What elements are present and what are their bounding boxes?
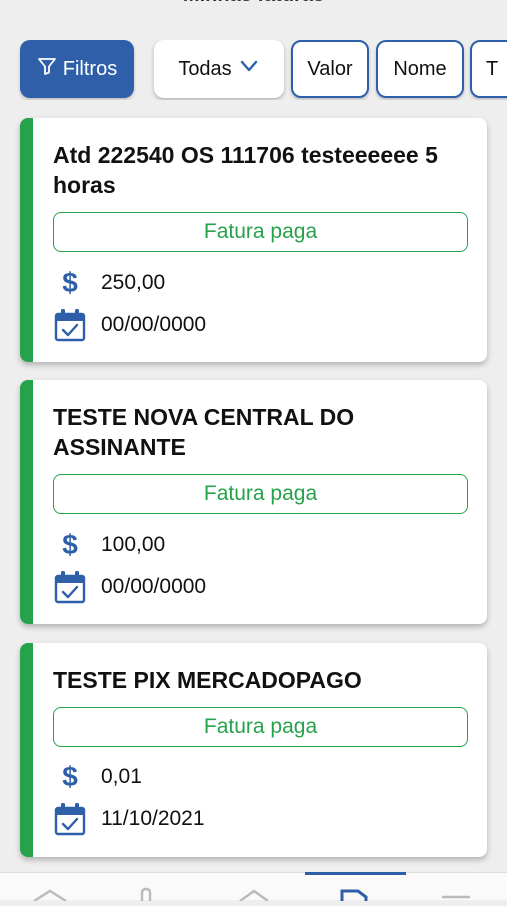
filters-button[interactable]: Filtros [20,40,134,98]
invoice-card[interactable]: TESTE PIX MERCADOPAGO Fatura paga $ 0,01… [20,643,487,857]
status-dropdown-value: Todas [178,57,232,80]
wrench-icon[interactable] [128,887,168,901]
status-dropdown[interactable]: Todas [154,40,284,98]
status-badge: Fatura paga [53,212,468,252]
invoice-title: TESTE NOVA CENTRAL DO ASSINANTE [53,404,355,460]
invoice-amount-row: $ 100,00 [53,528,165,562]
invoice-amount: 250,00 [101,271,166,294]
invoice-card[interactable]: TESTE NOVA CENTRAL DO ASSINANTE Fatura p… [20,380,487,624]
dollar-icon: $ [62,529,78,560]
status-stripe [20,118,33,362]
funnel-icon [37,56,57,82]
calendar-check-icon [53,570,87,604]
status-badge: Fatura paga [53,707,468,747]
home-icon[interactable] [30,887,70,903]
invoice-date: 00/00/0000 [101,313,207,336]
filters-button-label: Filtros [62,57,118,80]
invoice-title: TESTE PIX MERCADOPAGO [53,667,362,693]
invoice-card[interactable]: Atd 222540 OS 111706 testeeeeee 5 horas … [20,118,487,362]
dollar-icon: $ [62,761,78,792]
invoice-amount: 100,00 [101,533,166,556]
chevron-down-icon [238,55,260,83]
invoice-date: 11/10/2021 [101,807,205,830]
invoice-amount: 0,01 [101,765,142,788]
bottom-navigation [0,872,507,903]
calendar-check-icon [53,802,87,836]
invoice-date-row: 00/00/0000 [53,570,206,604]
page-title: Minhas faturas [0,0,507,8]
calendar-check-icon [53,308,87,342]
status-badge: Fatura paga [53,474,468,514]
active-tab-indicator [305,872,406,875]
house-outline-icon[interactable] [234,887,274,903]
invoice-date-row: 00/00/0000 [53,308,206,342]
invoice-date: 00/00/0000 [101,575,207,598]
sort-by-value-chip[interactable]: Valor [291,40,369,98]
dollar-icon: $ [62,267,78,298]
invoice-icon[interactable] [336,887,376,901]
invoice-amount-row: $ 0,01 [53,760,142,794]
filter-bar: Filtros Todas Valor Nome T [0,40,507,100]
invoice-amount-row: $ 250,00 [53,266,165,300]
status-stripe [20,380,33,624]
invoice-title: Atd 222540 OS 111706 testeeeeee 5 horas [53,142,438,198]
status-stripe [20,643,33,857]
sort-chip-extra[interactable]: T [470,40,507,98]
invoice-date-row: 11/10/2021 [53,802,205,836]
sort-by-name-chip[interactable]: Nome [376,40,464,98]
menu-icon[interactable] [436,887,476,901]
